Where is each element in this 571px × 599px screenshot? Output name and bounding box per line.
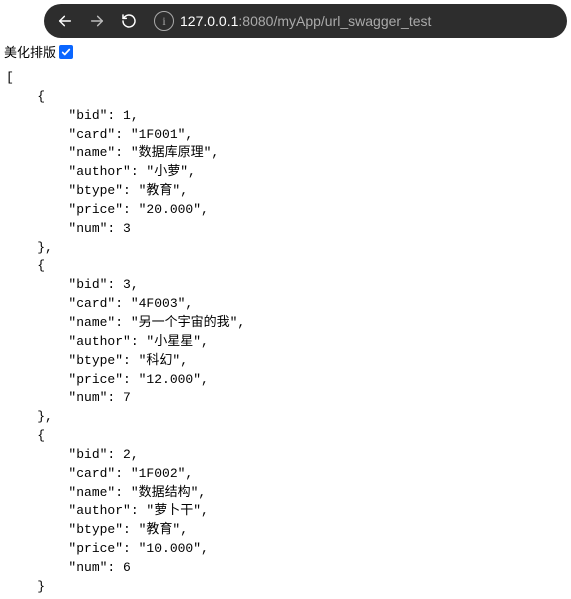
check-icon (61, 47, 71, 57)
url-text: 127.0.0.1:8080/myApp/url_swagger_test (180, 13, 431, 29)
json-output: [ { "bid": 1, "card": "1F001", "name": "… (2, 63, 569, 599)
address-bar[interactable]: i 127.0.0.1:8080/myApp/url_swagger_test (150, 9, 561, 33)
browser-toolbar: i 127.0.0.1:8080/myApp/url_swagger_test (44, 4, 567, 38)
pretty-print-checkbox[interactable] (59, 45, 73, 59)
pretty-print-label: 美化排版 (4, 42, 56, 61)
back-button[interactable] (50, 7, 80, 35)
page-content: 美化排版 [ { "bid": 1, "card": "1F001", "nam… (0, 42, 571, 599)
site-info-icon[interactable]: i (154, 11, 174, 31)
forward-button[interactable] (82, 7, 112, 35)
reload-button[interactable] (114, 7, 144, 35)
pretty-print-control: 美化排版 (2, 42, 569, 63)
